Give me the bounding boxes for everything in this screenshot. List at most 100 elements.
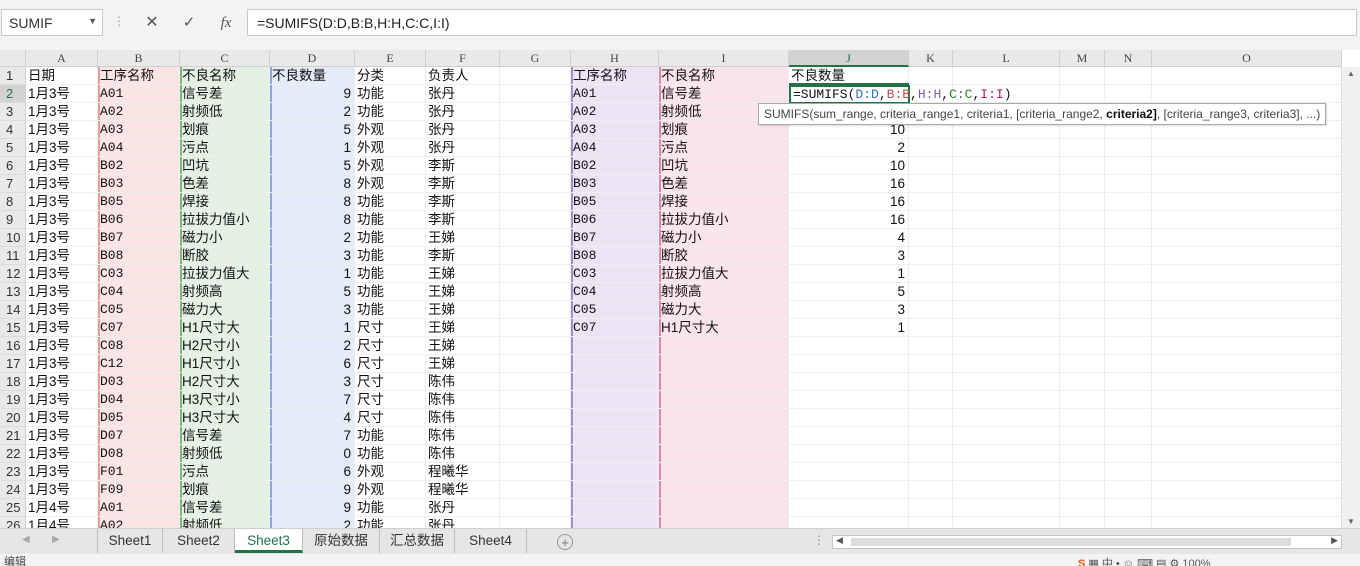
sheet-tab-6[interactable]: Sheet4: [455, 529, 527, 553]
row-header[interactable]: 18: [0, 373, 26, 391]
cell-f26[interactable]: 张丹: [426, 517, 500, 528]
cell-e22[interactable]: 功能: [355, 445, 426, 463]
row-header[interactable]: 17: [0, 355, 26, 373]
cell-e21[interactable]: 功能: [355, 427, 426, 445]
cell-j6[interactable]: 10: [789, 157, 909, 175]
cell-d19[interactable]: 7: [270, 391, 355, 409]
cell-f13[interactable]: 王娣: [426, 283, 500, 301]
scroll-up-icon[interactable]: ▲: [1347, 69, 1355, 78]
cell-c26[interactable]: 射频低: [180, 517, 270, 528]
sheet-tab-2[interactable]: Sheet2: [163, 529, 235, 553]
cell-e2[interactable]: 功能: [355, 85, 426, 103]
cell-c3[interactable]: 射频低: [180, 103, 270, 121]
cell-e12[interactable]: 功能: [355, 265, 426, 283]
cell-e16[interactable]: 尺寸: [355, 337, 426, 355]
column-header-f[interactable]: F: [426, 50, 500, 67]
row-header[interactable]: 8: [0, 193, 26, 211]
cell-f14[interactable]: 王娣: [426, 301, 500, 319]
cell-c17[interactable]: H1尺寸小: [180, 355, 270, 373]
row-header[interactable]: 16: [0, 337, 26, 355]
cell-a8[interactable]: 1月3号: [26, 193, 98, 211]
cell-h12[interactable]: C03: [571, 265, 659, 283]
column-header-a[interactable]: A: [26, 50, 98, 67]
cell-b22[interactable]: D08: [98, 445, 180, 463]
row-header[interactable]: 15: [0, 319, 26, 337]
cell-d26[interactable]: 2: [270, 517, 355, 528]
cell-e24[interactable]: 外观: [355, 481, 426, 499]
cell-d13[interactable]: 5: [270, 283, 355, 301]
row-header[interactable]: 12: [0, 265, 26, 283]
cell-b2[interactable]: A01: [98, 85, 180, 103]
cell-a24[interactable]: 1月3号: [26, 481, 98, 499]
cell-c18[interactable]: H2尺寸大: [180, 373, 270, 391]
cell-b1[interactable]: 工序名称: [98, 67, 180, 85]
cell-c21[interactable]: 信号差: [180, 427, 270, 445]
tab-split-handle[interactable]: ⋮: [813, 533, 825, 547]
cell-h5[interactable]: A04: [571, 139, 659, 157]
cell-e19[interactable]: 尺寸: [355, 391, 426, 409]
cell-f9[interactable]: 李斯: [426, 211, 500, 229]
cell-i9[interactable]: 拉拔力值小: [659, 211, 789, 229]
cell-a21[interactable]: 1月3号: [26, 427, 98, 445]
cell-i6[interactable]: 凹坑: [659, 157, 789, 175]
row-header[interactable]: 3: [0, 103, 26, 121]
cell-b17[interactable]: C12: [98, 355, 180, 373]
cell-e20[interactable]: 尺寸: [355, 409, 426, 427]
cell-d1[interactable]: 不良数量: [270, 67, 355, 85]
cell-a18[interactable]: 1月3号: [26, 373, 98, 391]
cell-a22[interactable]: 1月3号: [26, 445, 98, 463]
cell-d16[interactable]: 2: [270, 337, 355, 355]
worksheet[interactable]: ABCDEFGHIJKLMNO 日期 工序名称 不良名称 不良数量 分类 负责人 1月3号 A…: [0, 50, 1360, 528]
cell-a17[interactable]: 1月3号: [26, 355, 98, 373]
cell-d24[interactable]: 9: [270, 481, 355, 499]
cell-d20[interactable]: 4: [270, 409, 355, 427]
cell-e25[interactable]: 功能: [355, 499, 426, 517]
formula-bar-grip[interactable]: ⋮: [113, 14, 126, 28]
cell-d6[interactable]: 5: [270, 157, 355, 175]
scroll-down-icon[interactable]: ▼: [1347, 517, 1355, 526]
cell-f5[interactable]: 张丹: [426, 139, 500, 157]
cell-a3[interactable]: 1月3号: [26, 103, 98, 121]
cell-b19[interactable]: D04: [98, 391, 180, 409]
cell-a1[interactable]: 日期: [26, 67, 98, 85]
cell-b26[interactable]: A02: [98, 517, 180, 528]
add-sheet-button[interactable]: +: [557, 534, 573, 550]
cell-a25[interactable]: 1月4号: [26, 499, 98, 517]
cell-d25[interactable]: 9: [270, 499, 355, 517]
cell-f22[interactable]: 陈伟: [426, 445, 500, 463]
cell-a20[interactable]: 1月3号: [26, 409, 98, 427]
cell-c1[interactable]: 不良名称: [180, 67, 270, 85]
cell-c24[interactable]: 划痕: [180, 481, 270, 499]
cell-j7[interactable]: 16: [789, 175, 909, 193]
cell-f20[interactable]: 陈伟: [426, 409, 500, 427]
cell-e4[interactable]: 外观: [355, 121, 426, 139]
cell-j11[interactable]: 3: [789, 247, 909, 265]
cell-c12[interactable]: 拉拔力值大: [180, 265, 270, 283]
cell-i8[interactable]: 焊接: [659, 193, 789, 211]
cell-c25[interactable]: 信号差: [180, 499, 270, 517]
cell-d4[interactable]: 5: [270, 121, 355, 139]
cell-a13[interactable]: 1月3号: [26, 283, 98, 301]
cell-f17[interactable]: 王娣: [426, 355, 500, 373]
cell-h1[interactable]: 工序名称: [571, 67, 659, 85]
cell-c16[interactable]: H2尺寸小: [180, 337, 270, 355]
row-header[interactable]: 5: [0, 139, 26, 157]
prev-sheet-icon[interactable]: ◀: [22, 534, 30, 545]
cell-d7[interactable]: 8: [270, 175, 355, 193]
cell-f21[interactable]: 陈伟: [426, 427, 500, 445]
cell-b9[interactable]: B06: [98, 211, 180, 229]
cell-h9[interactable]: B06: [571, 211, 659, 229]
cell-e7[interactable]: 外观: [355, 175, 426, 193]
cell-e9[interactable]: 功能: [355, 211, 426, 229]
cell-c13[interactable]: 射频高: [180, 283, 270, 301]
cell-d14[interactable]: 3: [270, 301, 355, 319]
column-header-k[interactable]: K: [909, 50, 953, 67]
cell-e23[interactable]: 外观: [355, 463, 426, 481]
cell-d2[interactable]: 9: [270, 85, 355, 103]
cell-e3[interactable]: 功能: [355, 103, 426, 121]
cell-d17[interactable]: 6: [270, 355, 355, 373]
row-header[interactable]: 19: [0, 391, 26, 409]
cell-h7[interactable]: B03: [571, 175, 659, 193]
cell-a14[interactable]: 1月3号: [26, 301, 98, 319]
cell-c4[interactable]: 划痕: [180, 121, 270, 139]
